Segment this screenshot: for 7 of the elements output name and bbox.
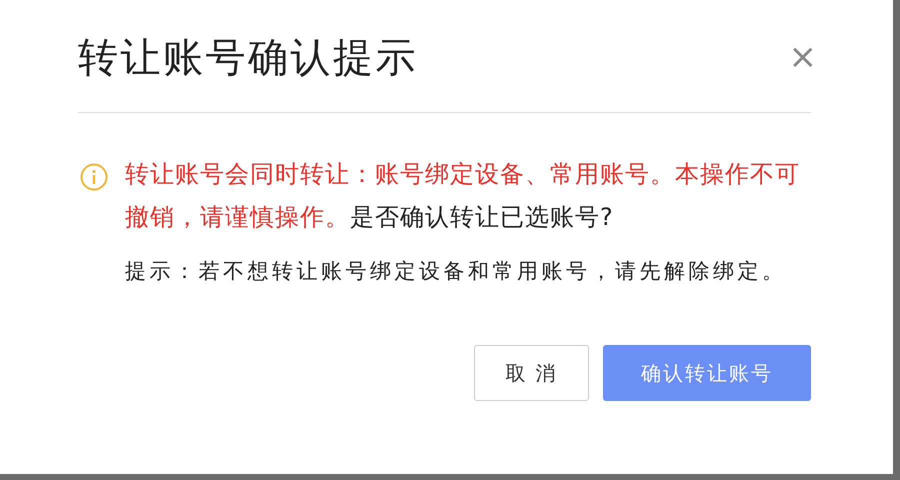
info-icon <box>80 163 108 191</box>
dialog-title: 转让账号确认提示 <box>78 34 418 82</box>
close-button[interactable]: × <box>788 40 817 74</box>
hint-text: 提示：若不想转让账号绑定设备和常用账号，请先解除绑定。 <box>125 258 788 285</box>
confirm-button[interactable]: 确认转让账号 <box>603 345 811 401</box>
cancel-button[interactable]: 取 消 <box>474 345 589 401</box>
warning-message: 转让账号会同时转让：账号绑定设备、常用账号。本操作不可撤销，请谨慎操作。是否确认转让已选账号? <box>125 159 801 233</box>
